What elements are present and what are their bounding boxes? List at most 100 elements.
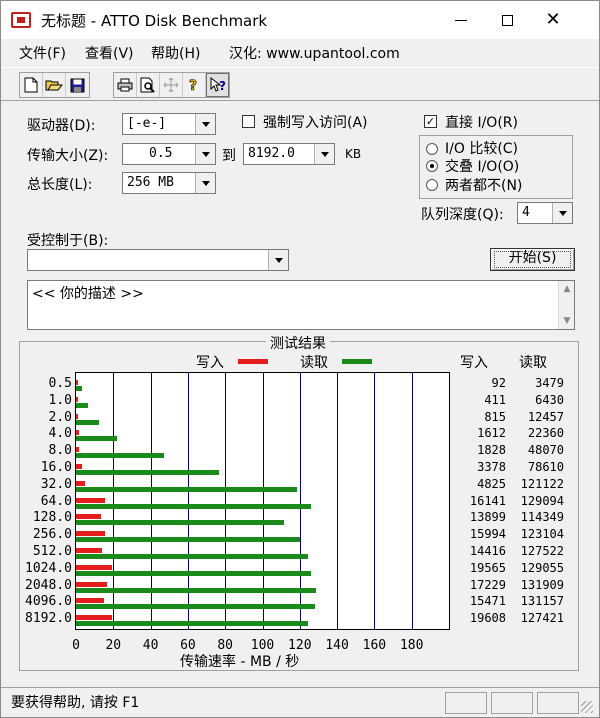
read-value: 121122 xyxy=(520,476,564,491)
write-value: 411 xyxy=(484,392,506,407)
help-button[interactable]: ? xyxy=(183,73,206,97)
direct-io-checkbox[interactable]: ✓ xyxy=(424,115,437,128)
read-value: 131909 xyxy=(520,577,564,592)
scroll-up-icon[interactable]: ▲ xyxy=(559,281,575,297)
transfer-size-from-select[interactable]: 0.5 xyxy=(122,143,216,165)
chevron-down-icon[interactable] xyxy=(314,144,334,164)
description-scrollbar[interactable]: ▲ ▼ xyxy=(558,281,574,329)
start-button[interactable]: 开始(S) xyxy=(490,248,575,271)
write-bar xyxy=(76,447,80,453)
menu-file[interactable]: 文件(F) xyxy=(19,43,66,63)
force-write-checkbox[interactable] xyxy=(242,115,255,128)
write-bar xyxy=(76,564,112,570)
read-bar xyxy=(76,386,83,391)
read-bar xyxy=(76,419,99,425)
read-value: 127421 xyxy=(520,611,564,626)
description-textarea[interactable]: << 你的描述 >> ▲ ▼ xyxy=(27,280,575,330)
write-value: 1828 xyxy=(477,443,506,458)
read-bar xyxy=(76,486,297,492)
help-icon: ? xyxy=(189,78,198,93)
menu-bar: 文件(F) 查看(V) 帮助(H) 汉化: www.upantool.com xyxy=(1,39,599,65)
write-value: 19565 xyxy=(469,560,506,575)
chevron-down-icon[interactable] xyxy=(552,203,572,223)
drive-select[interactable]: [-e-] xyxy=(122,113,216,135)
write-bar xyxy=(76,396,78,402)
read-value: 78610 xyxy=(527,460,564,474)
new-button[interactable] xyxy=(20,73,43,97)
legend-read-swatch xyxy=(342,359,372,364)
column-header-write: 写入 xyxy=(460,355,488,371)
save-button[interactable] xyxy=(66,73,89,97)
close-button[interactable]: ✕ xyxy=(530,1,576,39)
write-value: 1612 xyxy=(477,426,506,441)
minimize-icon xyxy=(455,19,467,21)
read-bar xyxy=(76,503,312,509)
move-button[interactable] xyxy=(160,73,183,97)
print-preview-button[interactable] xyxy=(137,73,160,97)
read-bar xyxy=(76,554,309,559)
legend-write-label: 写入 xyxy=(196,355,224,371)
chevron-down-icon[interactable] xyxy=(195,144,215,164)
transfer-size-to-select[interactable]: 8192.0 xyxy=(243,143,335,165)
x-tick-label: 180 xyxy=(399,638,424,653)
menu-localization[interactable]: 汉化: www.upantool.com xyxy=(229,43,400,63)
window-title: 无标题 - ATTO Disk Benchmark xyxy=(41,12,268,30)
focus-rect xyxy=(494,251,571,268)
column-header-read: 读取 xyxy=(519,355,547,371)
kb-unit-label: KB xyxy=(345,147,362,161)
direct-io-label: 直接 I/O(R) xyxy=(445,115,518,131)
transfer-size-to-value: 8192.0 xyxy=(248,146,295,161)
read-bar xyxy=(76,604,315,610)
read-bar xyxy=(76,520,285,526)
controlled-by-select[interactable] xyxy=(27,249,289,271)
save-icon xyxy=(70,78,85,92)
drive-label: 驱动器(D): xyxy=(27,118,96,134)
y-tick-label: 8.0 xyxy=(48,443,72,459)
menu-view[interactable]: 查看(V) xyxy=(85,43,134,63)
scroll-down-icon[interactable]: ▼ xyxy=(559,313,575,329)
drive-value: [-e-] xyxy=(127,116,167,131)
status-bar: 要获得帮助, 请按 F1 xyxy=(1,687,599,717)
y-tick-label: 8192.0 xyxy=(25,611,72,627)
chevron-down-icon[interactable] xyxy=(268,250,288,270)
chevron-down-icon[interactable] xyxy=(195,173,215,193)
total-length-select[interactable]: 256 MB xyxy=(122,172,216,194)
title-bar: 无标题 - ATTO Disk Benchmark ✕ xyxy=(1,1,599,39)
resize-grip[interactable] xyxy=(581,701,593,713)
read-bar xyxy=(76,621,309,627)
status-panel-2 xyxy=(491,692,533,714)
write-bar xyxy=(76,514,102,520)
status-panel-3 xyxy=(537,692,579,714)
read-bar xyxy=(76,453,164,459)
write-bar xyxy=(76,480,85,486)
print-button[interactable] xyxy=(114,73,137,97)
write-value: 4825 xyxy=(477,476,506,491)
write-bar xyxy=(76,464,83,469)
total-length-value: 256 MB xyxy=(127,175,174,190)
read-value: 127522 xyxy=(520,544,564,558)
chevron-down-icon[interactable] xyxy=(195,114,215,134)
x-tick-label: 140 xyxy=(325,638,349,653)
y-tick-label: 1.0 xyxy=(48,392,72,408)
results-panel: 测试结果 写入 读取 写入 读取 0.5 1.0 2.0 4.0 8.0 16.0 32.0… xyxy=(19,333,579,671)
open-button[interactable] xyxy=(43,73,66,97)
context-help-button[interactable]: ? xyxy=(206,73,229,97)
y-tick-label: 1024.0 xyxy=(25,560,72,576)
write-bar xyxy=(76,497,106,503)
io-compare-radio[interactable] xyxy=(426,143,438,155)
maximize-button[interactable] xyxy=(484,1,530,39)
read-value: 12457 xyxy=(527,409,564,424)
neither-radio[interactable] xyxy=(426,179,438,191)
legend-write-swatch xyxy=(238,359,268,364)
checkmark-icon: ✓ xyxy=(425,115,436,128)
queue-depth-select[interactable]: 4 xyxy=(517,202,573,224)
io-compare-label: I/O 比较(C) xyxy=(445,141,519,157)
app-window: 无标题 - ATTO Disk Benchmark ✕ 文件(F) 查看(V) … xyxy=(0,0,600,718)
y-tick-label: 256.0 xyxy=(32,527,72,543)
menu-help[interactable]: 帮助(H) xyxy=(151,43,200,63)
y-tick-label: 32.0 xyxy=(40,476,72,492)
minimize-button[interactable] xyxy=(438,1,484,39)
toolbar-file-group xyxy=(19,72,90,98)
overlap-io-radio[interactable] xyxy=(426,160,438,172)
read-value: 114349 xyxy=(520,510,564,525)
